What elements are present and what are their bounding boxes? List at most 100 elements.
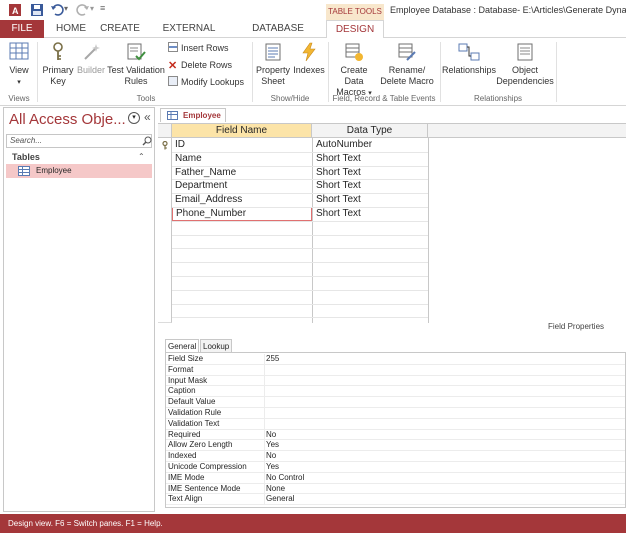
property-name: Caption: [168, 386, 196, 396]
group-field-events-label: Field, Record & Table Events: [332, 94, 436, 103]
relationships-icon: [458, 43, 480, 61]
document-tab-label: Employee: [183, 111, 221, 120]
redo-dropdown-icon[interactable]: ▾: [90, 4, 94, 13]
property-name: Allow Zero Length: [168, 440, 233, 450]
field-properties-label: Field Properties: [548, 322, 605, 331]
grid-row-line: [172, 276, 428, 277]
access-logo-icon: A: [9, 4, 21, 16]
tab-database-tools[interactable]: DATABASE TOOLS: [236, 20, 320, 52]
object-dependencies-icon: [517, 43, 533, 61]
property-row[interactable]: IME Sentence Mode None: [166, 483, 625, 495]
grid-row-line: [172, 262, 428, 264]
create-data-macros-button[interactable]: Create Data Macros ▾: [330, 42, 378, 99]
property-value[interactable]: No: [264, 451, 624, 462]
table-design-view: Employee Field Name Data Type ID AutoNum…: [158, 107, 626, 512]
property-name: Validation Rule: [168, 408, 222, 417]
property-row[interactable]: IME Mode No Control: [166, 472, 625, 484]
ribbon-separator: [556, 42, 557, 102]
tab-file[interactable]: FILE: [0, 20, 44, 38]
property-row[interactable]: Text Align General: [166, 494, 625, 506]
builder-label: Builder: [76, 65, 105, 75]
save-icon[interactable]: [30, 3, 44, 17]
property-name: IME Sentence Mode: [168, 483, 241, 493]
grid-row-line: [172, 317, 428, 319]
tab-general[interactable]: General: [165, 339, 199, 353]
property-row[interactable]: Required No: [166, 429, 625, 441]
test-validation-label: Test Validation Rules: [107, 65, 165, 86]
relationships-label: Relationships: [442, 65, 497, 75]
property-value[interactable]: [264, 397, 624, 408]
undo-icon[interactable]: [50, 3, 64, 17]
collapse-section-icon[interactable]: ⌃: [138, 152, 145, 161]
property-value[interactable]: No Control: [264, 472, 624, 484]
row-selector-column[interactable]: [158, 138, 172, 323]
property-sheet-button[interactable]: Property Sheet: [254, 42, 292, 87]
test-validation-rules-button[interactable]: Test Validation Rules: [107, 42, 165, 87]
tab-create[interactable]: CREATE: [98, 20, 142, 38]
nav-item-employee[interactable]: Employee: [6, 164, 152, 178]
redo-icon[interactable]: [76, 3, 90, 17]
primary-key-label: Primary Key: [42, 65, 74, 86]
primary-key-button[interactable]: Primary Key: [41, 42, 75, 87]
property-sheet-icon: [265, 43, 281, 61]
customize-qat-icon[interactable]: ≡: [100, 3, 105, 13]
property-value[interactable]: [264, 375, 624, 387]
tab-home[interactable]: HOME: [52, 20, 90, 38]
delete-rows-button[interactable]: ✕ Delete Rows: [168, 58, 258, 73]
property-value[interactable]: [264, 408, 624, 419]
property-value[interactable]: [264, 418, 624, 430]
property-value[interactable]: [264, 386, 624, 398]
property-row[interactable]: Allow Zero Length Yes: [166, 440, 625, 452]
relationships-button[interactable]: Relationships: [442, 42, 496, 76]
rename-delete-macro-button[interactable]: Rename/ Delete Macro: [380, 42, 434, 87]
document-tab-employee[interactable]: Employee: [160, 108, 226, 122]
ribbon-tabs: FILE HOME CREATE EXTERNAL DATA DATABASE …: [0, 20, 626, 52]
property-row[interactable]: Format: [166, 364, 625, 376]
field-grid: Field Name Data Type ID AutoNumber Name …: [158, 123, 626, 323]
property-row[interactable]: Indexed No: [166, 451, 625, 462]
property-row[interactable]: Validation Rule: [166, 408, 625, 419]
property-value[interactable]: Yes: [264, 440, 624, 452]
undo-dropdown-icon[interactable]: ▾: [64, 4, 68, 13]
ribbon: View ▾ Views Primary Key Builder Test Val…: [0, 38, 626, 106]
property-row[interactable]: Unicode Compression Yes: [166, 462, 625, 473]
data-macros-icon: [345, 43, 363, 61]
property-value[interactable]: None: [264, 483, 624, 495]
object-dependencies-button[interactable]: Object Dependencies: [496, 42, 554, 87]
property-value[interactable]: Yes: [264, 462, 624, 473]
tab-lookup[interactable]: Lookup: [200, 339, 232, 353]
modify-lookups-label: Modify Lookups: [181, 77, 245, 87]
property-row[interactable]: Field Size 255: [166, 354, 625, 365]
property-row[interactable]: Default Value: [166, 397, 625, 408]
indexes-button[interactable]: Indexes: [293, 42, 325, 76]
modify-lookups-button[interactable]: Modify Lookups: [168, 75, 258, 90]
ribbon-separator: [328, 42, 329, 102]
property-value[interactable]: 255: [264, 354, 624, 365]
key-icon: [53, 42, 63, 60]
nav-pane-title[interactable]: All Access Obje...: [9, 111, 126, 128]
group-relationships-label: Relationships: [473, 94, 523, 103]
column-header-data-type[interactable]: Data Type: [312, 124, 428, 138]
nav-menu-dropdown-icon[interactable]: ▾: [128, 112, 140, 124]
search-icon[interactable]: [142, 136, 152, 146]
property-row[interactable]: Caption: [166, 386, 625, 398]
tables-section-header[interactable]: Tables: [12, 152, 40, 162]
shutter-bar-collapse-icon[interactable]: «: [144, 110, 151, 124]
property-row[interactable]: Input Mask: [166, 375, 625, 387]
property-value[interactable]: General: [264, 494, 624, 506]
builder-button[interactable]: Builder: [76, 42, 106, 76]
group-tools-label: Tools: [136, 94, 156, 103]
property-sheet-label: Property Sheet: [255, 65, 290, 86]
grid-row-line: [172, 248, 428, 250]
property-row[interactable]: Validation Text: [166, 418, 625, 430]
property-value[interactable]: No: [264, 429, 624, 441]
column-header-field-name[interactable]: Field Name: [172, 124, 312, 138]
nav-search-input[interactable]: Search...: [6, 134, 152, 148]
builder-wand-icon: [84, 44, 100, 60]
property-name: Format: [168, 364, 194, 374]
insert-rows-button[interactable]: Insert Rows: [168, 41, 258, 56]
view-button[interactable]: View ▾: [4, 42, 34, 88]
tab-external-data[interactable]: EXTERNAL DATA: [150, 20, 228, 52]
tab-design[interactable]: DESIGN: [326, 20, 384, 38]
property-value[interactable]: [264, 364, 624, 376]
